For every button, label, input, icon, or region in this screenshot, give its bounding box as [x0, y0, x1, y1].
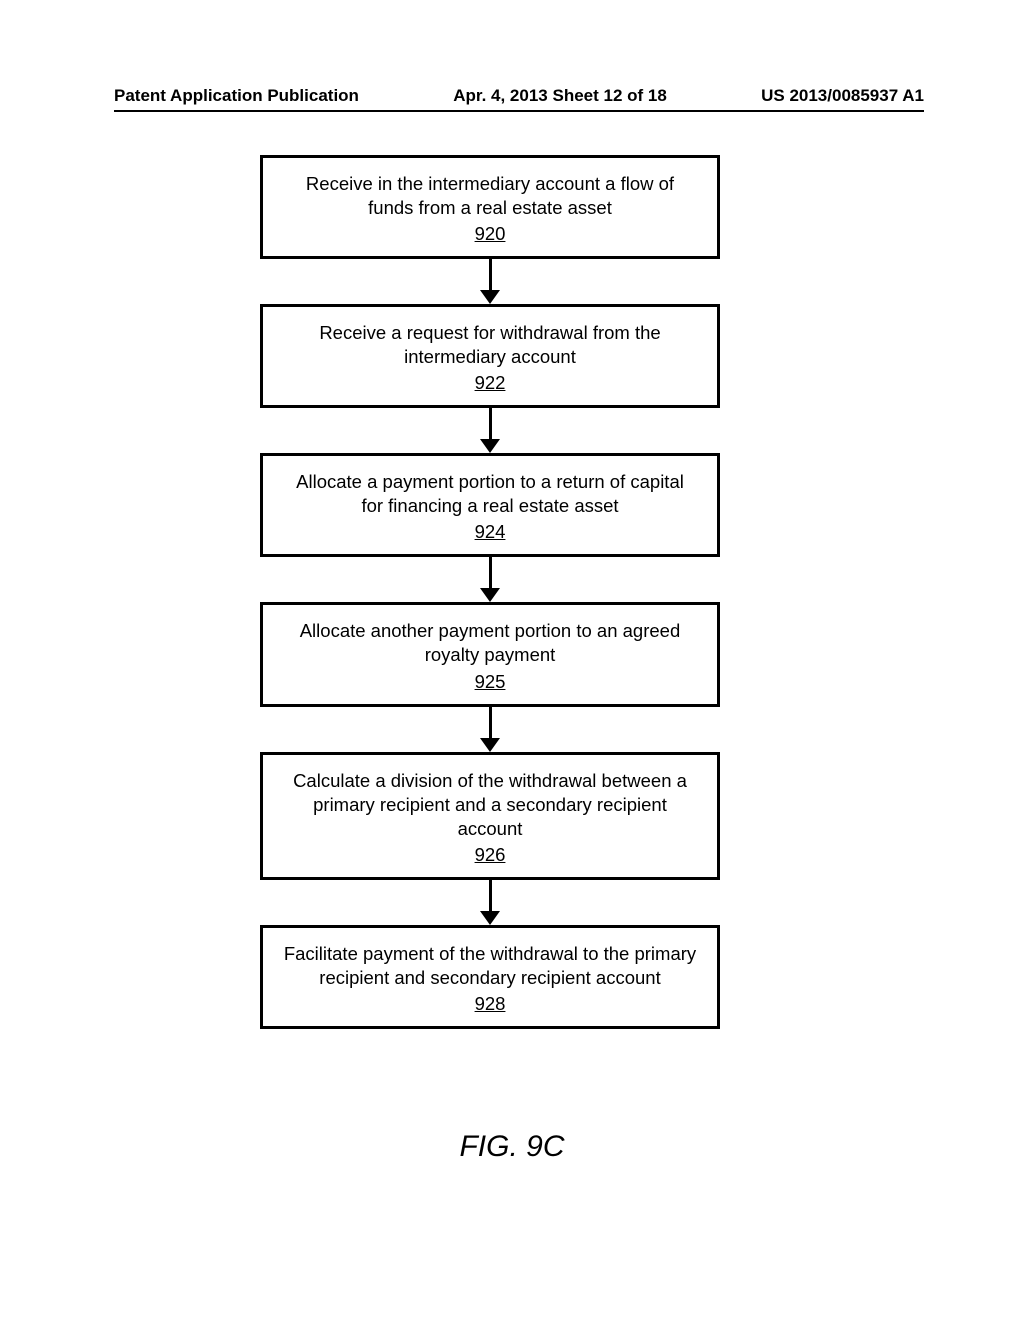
header-center: Apr. 4, 2013 Sheet 12 of 18	[453, 86, 667, 106]
flow-box-928: Facilitate payment of the withdrawal to …	[260, 925, 720, 1029]
flow-box-926: Calculate a division of the withdrawal b…	[260, 752, 720, 880]
flow-box-text: Facilitate payment of the withdrawal to …	[283, 942, 697, 990]
flow-box-ref: 922	[475, 371, 506, 395]
flow-box-ref: 926	[475, 843, 506, 867]
arrow-icon	[480, 408, 500, 453]
figure-label: FIG. 9C	[0, 1130, 1024, 1164]
flow-box-text: Receive in the intermediary account a fl…	[283, 172, 697, 220]
header-right: US 2013/0085937 A1	[761, 86, 924, 106]
flow-box-922: Receive a request for withdrawal from th…	[260, 304, 720, 408]
flow-box-text: Calculate a division of the withdrawal b…	[283, 769, 697, 841]
header-rule	[114, 110, 924, 112]
arrow-icon	[480, 557, 500, 602]
header-left: Patent Application Publication	[114, 86, 359, 106]
arrow-icon	[480, 259, 500, 304]
arrow-icon	[480, 707, 500, 752]
flow-box-ref: 928	[475, 992, 506, 1016]
flow-box-920: Receive in the intermediary account a fl…	[260, 155, 720, 259]
flow-box-text: Allocate another payment portion to an a…	[283, 619, 697, 667]
flow-box-925: Allocate another payment portion to an a…	[260, 602, 720, 706]
arrow-icon	[480, 880, 500, 925]
page-header: Patent Application Publication Apr. 4, 2…	[114, 86, 924, 106]
flow-box-ref: 925	[475, 670, 506, 694]
flowchart: Receive in the intermediary account a fl…	[260, 155, 720, 1029]
flow-box-text: Receive a request for withdrawal from th…	[283, 321, 697, 369]
flow-box-ref: 920	[475, 222, 506, 246]
flow-box-text: Allocate a payment portion to a return o…	[283, 470, 697, 518]
flow-box-ref: 924	[475, 520, 506, 544]
flow-box-924: Allocate a payment portion to a return o…	[260, 453, 720, 557]
